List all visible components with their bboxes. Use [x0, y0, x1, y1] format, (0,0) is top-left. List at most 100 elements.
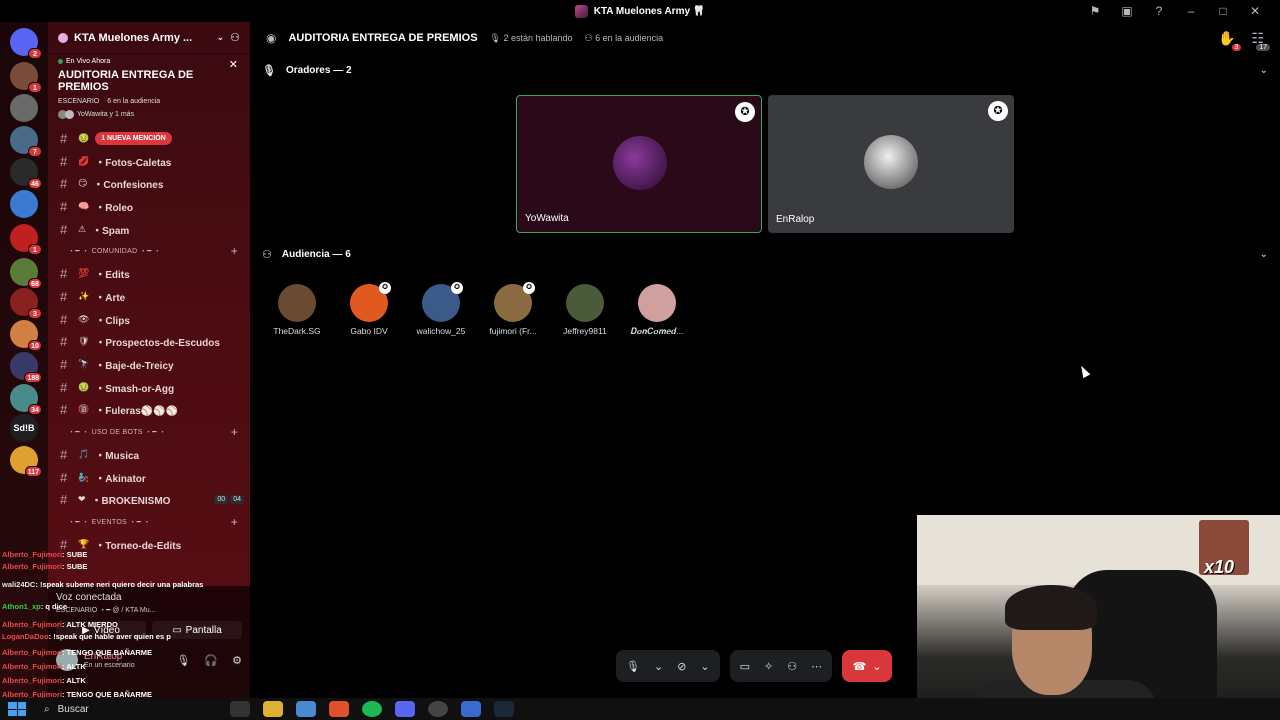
app-icon[interactable]	[461, 701, 481, 717]
add-channel-icon[interactable]: +	[231, 244, 238, 258]
speaker-tile[interactable]: ✪ EnRalop	[768, 95, 1014, 233]
server-item[interactable]: 7	[10, 126, 42, 157]
channel-item[interactable]: # 🔭 ・Baje-de-Treicy	[54, 353, 244, 376]
discord-icon[interactable]	[395, 701, 415, 717]
speakers-section-header[interactable]: 🎙 Oradores — 2 ⌄	[262, 60, 1268, 80]
chevron-down-icon[interactable]: ⌄	[700, 660, 709, 673]
live-stage-card[interactable]: En Vivo Ahora AUDITORIA ENTREGA DE PREMI…	[48, 54, 250, 125]
taskbar-search[interactable]: ⌕ Buscar	[44, 704, 89, 715]
avatar[interactable]	[56, 649, 78, 671]
speaker-tile[interactable]: ✪ YoWawita	[516, 95, 762, 233]
server-item[interactable]	[10, 94, 38, 122]
obs-icon[interactable]	[428, 701, 448, 717]
channel-item[interactable]: # 🧞 ・Akinator	[54, 466, 244, 489]
maximize-icon[interactable]: □	[1216, 4, 1230, 18]
server-item[interactable]: 2	[10, 28, 42, 59]
file-explorer-icon[interactable]	[263, 701, 283, 717]
channel-item[interactable]: # ❤ ・BROKENISMO 00 04	[54, 489, 244, 512]
channel-item[interactable]: # 🎵 ・Musica	[54, 443, 244, 466]
hashtag-icon: #	[60, 537, 68, 553]
leave-stage-button[interactable]: ☎ ⌄	[842, 650, 893, 682]
channel-item[interactable]: # 👁 ・Clips	[54, 308, 244, 331]
steam-icon[interactable]	[494, 701, 514, 717]
chevron-down-icon[interactable]: ⌄	[654, 660, 663, 673]
channel-name: ・Confesiones	[93, 180, 164, 192]
audience-member[interactable]: ✪ Gabo IDV	[338, 282, 400, 336]
server-item[interactable]	[10, 190, 38, 218]
channel-item[interactable]: # 🧠 ・Roleo	[54, 195, 244, 218]
audience-section-header[interactable]: ⚇ Audiencia — 6 ⌄	[262, 244, 1268, 264]
server-item[interactable]: 68	[10, 258, 42, 289]
headphones-icon[interactable]: 🎧	[204, 654, 218, 667]
people-icon[interactable]: ☷ 17	[1251, 30, 1270, 51]
mention-badge[interactable]: 1 NUEVA MENCIÓN	[95, 131, 172, 145]
channel-item[interactable]: # 🛡 ・Prospectos-de-Escudos	[54, 331, 244, 354]
channel-item[interactable]: # ⚠ ・Spam	[54, 218, 244, 241]
chevron-down-icon[interactable]: ⌄	[1260, 249, 1268, 260]
audience-member[interactable]: TheDark.SG	[266, 284, 328, 336]
audience-member[interactable]: ✪ fujimori (Fr...	[482, 282, 544, 336]
add-channel-icon[interactable]: +	[231, 515, 238, 529]
more-icon[interactable]: ⋯	[811, 660, 822, 673]
minimize-icon[interactable]: –	[1184, 4, 1198, 18]
server-item[interactable]: 117	[10, 446, 42, 477]
voice-channel-label[interactable]: ESCENARIO ・━ @ / KTA Mu...	[56, 605, 242, 615]
close-icon[interactable]: ✕	[1248, 4, 1262, 18]
microphone-icon[interactable]: 🎙	[176, 654, 190, 667]
task-view-icon[interactable]	[230, 701, 250, 717]
server-item[interactable]: 3	[10, 288, 42, 319]
server-item[interactable]: 1	[10, 62, 42, 93]
screen-share-button[interactable]: ▭ Pantalla	[152, 621, 242, 639]
channel-name: ・Fuleras⚾⚾⚾	[95, 406, 179, 418]
soundboard-icon[interactable]: ✧	[764, 660, 773, 673]
channel-item[interactable]: # 😏 ・Confesiones	[54, 172, 244, 195]
server-item[interactable]: 46	[10, 158, 42, 189]
microphone-icon[interactable]: 🎙	[626, 660, 640, 673]
server-item[interactable]: 188	[10, 352, 42, 383]
help-icon[interactable]: ?	[1152, 4, 1166, 18]
server-item[interactable]: Sd!B	[10, 414, 38, 442]
server-item[interactable]: 1	[10, 224, 42, 255]
os-taskbar: ⌕ Buscar	[0, 698, 1280, 720]
channel-item[interactable]: # 🔞 ・Fuleras⚾⚾⚾	[54, 399, 244, 422]
flag-icon[interactable]: ⚑	[1088, 4, 1102, 18]
channel-item[interactable]: # ✨ ・Arte	[54, 285, 244, 308]
spotify-icon[interactable]	[362, 701, 382, 717]
audience-member[interactable]: Jeffrey9811	[554, 284, 616, 336]
chevron-down-icon[interactable]: ⌄	[217, 32, 225, 43]
add-channel-icon[interactable]: +	[231, 425, 238, 439]
audience-member[interactable]: 𝑫𝒐𝒏𝑪𝒐𝒎𝒆𝒅...	[626, 284, 688, 337]
channel-item[interactable]: # 🤢 ・Smash-or-Agg	[54, 376, 244, 399]
channel-list: # 🤢 1 NUEVA MENCIÓN # 💋 ・Fotos-Caletas # 😏 ・Conf…	[48, 125, 250, 558]
camera-off-icon[interactable]: ⊘	[677, 660, 686, 673]
channel-item[interactable]: # 💯 ・Edits	[54, 262, 244, 285]
close-icon[interactable]: ✕	[229, 58, 238, 71]
channel-category[interactable]: ・━ ・ COMUNIDAD ・━ ・ +	[54, 240, 244, 262]
raise-hand-icon[interactable]: ✋ 3	[1218, 30, 1242, 51]
store-icon[interactable]	[296, 701, 316, 717]
invite-icon[interactable]: ⚇	[230, 31, 240, 44]
chevron-down-icon[interactable]: ⌄	[872, 660, 881, 673]
channel-item[interactable]: # 🤢 1 NUEVA MENCIÓN	[54, 127, 244, 150]
activity-controls: ▭ ✧ ⚇ ⋯	[729, 650, 833, 682]
channel-category[interactable]: ・━ ・ EVENTOS ・━ ・ +	[54, 511, 244, 533]
video-button[interactable]: ▶ Vídeo	[56, 621, 146, 639]
channel-item[interactable]: # 💋 ・Fotos-Caletas	[54, 150, 244, 173]
windows-start-icon[interactable]	[8, 702, 26, 716]
gear-icon[interactable]: ⚙	[232, 654, 242, 667]
channel-emoji: 🧠	[78, 200, 90, 211]
screen-share-icon[interactable]: ▭	[740, 660, 750, 673]
move-to-audience-icon[interactable]: ⚇	[787, 660, 797, 673]
server-item[interactable]: 10	[10, 320, 42, 351]
guild-header[interactable]: KTA Muelones Army ... ⌄ ⚇	[48, 22, 250, 54]
channel-name: ・Fotos-Caletas	[95, 157, 172, 169]
brave-icon[interactable]	[329, 701, 349, 717]
server-item[interactable]: 34	[10, 384, 42, 415]
hashtag-icon: #	[60, 379, 68, 395]
speaking-count: 🎙 2 están hablando	[489, 32, 573, 43]
channel-category[interactable]: ・━ ・ USO DE BOTS ・━ ・ +	[54, 421, 244, 443]
chevron-down-icon[interactable]: ⌄	[1260, 65, 1268, 76]
audience-member[interactable]: ✪ walichow_25	[410, 282, 472, 336]
channel-item[interactable]: # 🏆 ・Torneo-de-Edits	[54, 533, 244, 556]
inbox-icon[interactable]: ▣	[1120, 4, 1134, 18]
